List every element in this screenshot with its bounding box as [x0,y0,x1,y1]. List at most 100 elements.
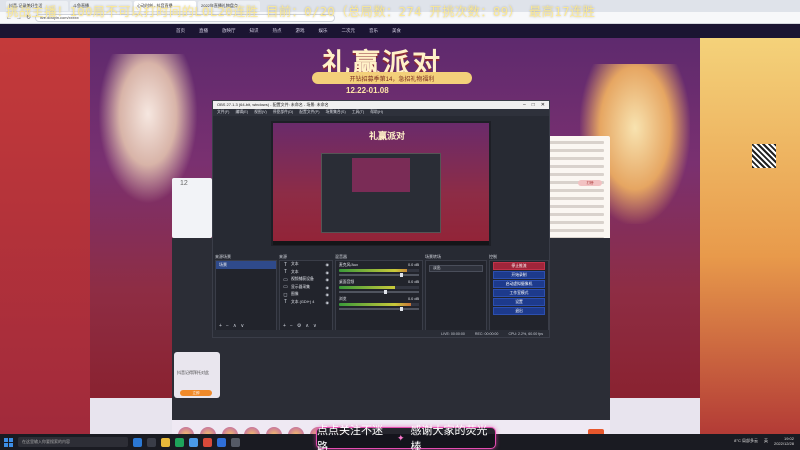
source-name: 文本 (GDI+) 4 [291,299,315,304]
follow-card-button[interactable]: 立即 [180,390,212,396]
mixer-track-db: 0.0 dB [408,263,419,267]
image-source-icon: ◻ [283,291,288,298]
volume-slider[interactable] [339,290,419,294]
remove-icon[interactable]: − [226,323,229,329]
audio-meter [339,303,419,306]
preview-capture: 礼赢派对 [273,123,489,241]
menu-item[interactable]: 视图(V) [254,110,267,115]
left-decoration [0,38,90,434]
qq-icon[interactable] [189,437,198,447]
site-nav: 首页 直播 放映厅 知识 热点 游戏 娱乐 二次元 音乐 美食 [0,24,800,38]
start-recording-button[interactable]: 开始录制 [493,271,545,279]
eye-icon[interactable]: ◉ [326,292,333,297]
weather-text[interactable]: 8°C 局部多云 [734,438,758,444]
source-name: 文本 [291,262,299,267]
volume-slider[interactable] [339,273,419,277]
close-icon[interactable]: ✕ [541,102,545,108]
gear-icon[interactable]: ⚙ [297,323,301,329]
mixer-track-name: 麦克风/Aux [339,263,358,267]
eye-icon[interactable]: ◉ [326,262,333,267]
follow-card-text: 抖音记得拜托对此 [177,370,209,375]
exit-button[interactable]: 退出 [493,307,545,315]
nav-item[interactable]: 美食 [392,28,401,34]
minimize-icon[interactable]: – [523,102,526,108]
menu-item[interactable]: 场景集合(S) [325,110,345,115]
menu-item[interactable]: 工具(T) [352,110,364,115]
eye-icon[interactable]: ◉ [326,300,333,305]
eye-icon[interactable]: ◉ [326,285,333,290]
task-view-icon[interactable] [147,437,156,447]
ime-indicator[interactable]: 英 [764,438,768,444]
scenes-dock-header: 来源场景 [215,253,231,259]
nav-item[interactable]: 娱乐 [319,28,328,34]
windows-start-icon[interactable] [4,437,13,447]
nav-item[interactable]: 首页 [176,28,185,34]
eye-icon[interactable]: ◉ [326,277,333,282]
obs-icon[interactable] [231,437,240,447]
chevron-up-icon[interactable]: ∧ [305,323,309,329]
controls-dock: 停止推流 开始录制 启动虚拟摄像机 工作室模式 设置 退出 [489,260,549,332]
chevron-down-icon[interactable]: ∨ [241,323,245,329]
streamer-card[interactable] [172,178,212,238]
obs-preview[interactable]: 礼赢派对 [271,121,491,246]
rank-button[interactable]: 打榜 [578,180,602,186]
app-icon[interactable] [203,437,212,447]
volume-slider[interactable] [339,307,419,311]
preview-nested-capture [352,158,410,192]
scene-item[interactable]: 场景 [216,261,276,269]
add-icon[interactable]: + [219,323,222,329]
nav-item[interactable]: 游戏 [296,28,305,34]
qr-code-icon [752,144,776,168]
chevron-up-icon[interactable]: ∧ [233,323,237,329]
menu-item[interactable]: 帮助(H) [370,110,383,115]
mixer-track: 桌面音频 0.0 dB [336,278,422,295]
taskbar-search[interactable]: 在这里输入你要搜索的内容 [18,437,128,447]
maximize-icon[interactable]: □ [532,102,535,108]
mixer-track: 麦克风/Aux 0.0 dB [336,261,422,278]
obs-status-bar: LIVE: 00:00:00 REC: 00:00:00 CPU: 2.2%, … [213,330,549,337]
eye-icon[interactable]: ◉ [326,270,333,275]
menu-item[interactable]: 文件(F) [217,110,229,115]
app-icon[interactable] [217,437,226,447]
mixer-track-name: 浏览 [339,297,347,301]
source-item[interactable]: T 文本 (GDI+) 4 ◉ [280,299,332,307]
file-explorer-icon[interactable] [161,437,170,447]
mixer-dock: 麦克风/Aux 0.0 dB 桌面音频 0.0 dB 浏览 0.0 dB [335,260,423,332]
transition-select[interactable]: 淡出 [429,265,483,272]
display-source-icon: ▭ [283,284,288,291]
source-name: 显示器采集 [291,284,310,289]
nav-item[interactable]: 放映厅 [222,28,236,34]
nav-item[interactable]: 知识 [250,28,259,34]
nav-item[interactable]: 音乐 [369,28,378,34]
scenes-dock: 场景 + − ∧ ∨ [215,260,277,332]
preview-banner-title: 礼赢派对 [369,132,406,142]
virtual-camera-button[interactable]: 启动虚拟摄像机 [493,280,545,288]
banner-date: 12.22-01.08 [346,86,389,95]
remove-icon[interactable]: − [290,323,293,329]
source-item[interactable]: ◻ 图像 ◉ [280,291,332,299]
clock[interactable]: 19:02 2022/12/28 [774,436,794,446]
source-item[interactable]: ▭ 视频捕获设备 ◉ [280,276,332,284]
source-item[interactable]: T 文本 ◉ [280,269,332,277]
studio-mode-button[interactable]: 工作室模式 [493,289,545,297]
nav-item[interactable]: 直播 [199,28,208,34]
menu-item[interactable]: 编辑(E) [235,110,248,115]
chevron-down-icon[interactable]: ∨ [313,323,317,329]
stop-streaming-button[interactable]: 停止推流 [493,262,545,270]
transitions-dock-header: 场景转场 [425,253,441,259]
menu-item[interactable]: 配置文件(P) [299,110,319,115]
settings-button[interactable]: 设置 [493,298,545,306]
menu-item[interactable]: 停靠部件(D) [273,110,293,115]
source-item[interactable]: T 文本 ◉ [280,261,332,269]
obs-title-bar: OBS 27.1.3 (64-bit, windows) - 配置文件: 未命名… [213,101,549,109]
mixer-track-db: 0.0 dB [408,280,419,284]
source-item[interactable]: ▭ 显示器采集 ◉ [280,284,332,292]
system-tray: 8°C 局部多云 英 19:02 2022/12/28 [734,436,794,446]
add-icon[interactable]: + [283,323,286,329]
nav-item[interactable]: 热点 [273,28,282,34]
edge-icon[interactable] [133,437,142,447]
wechat-icon[interactable] [175,437,184,447]
sparkle-icon: ✦ [396,432,405,443]
nav-item[interactable]: 二次元 [342,28,356,34]
preview-taskbar [273,241,489,245]
